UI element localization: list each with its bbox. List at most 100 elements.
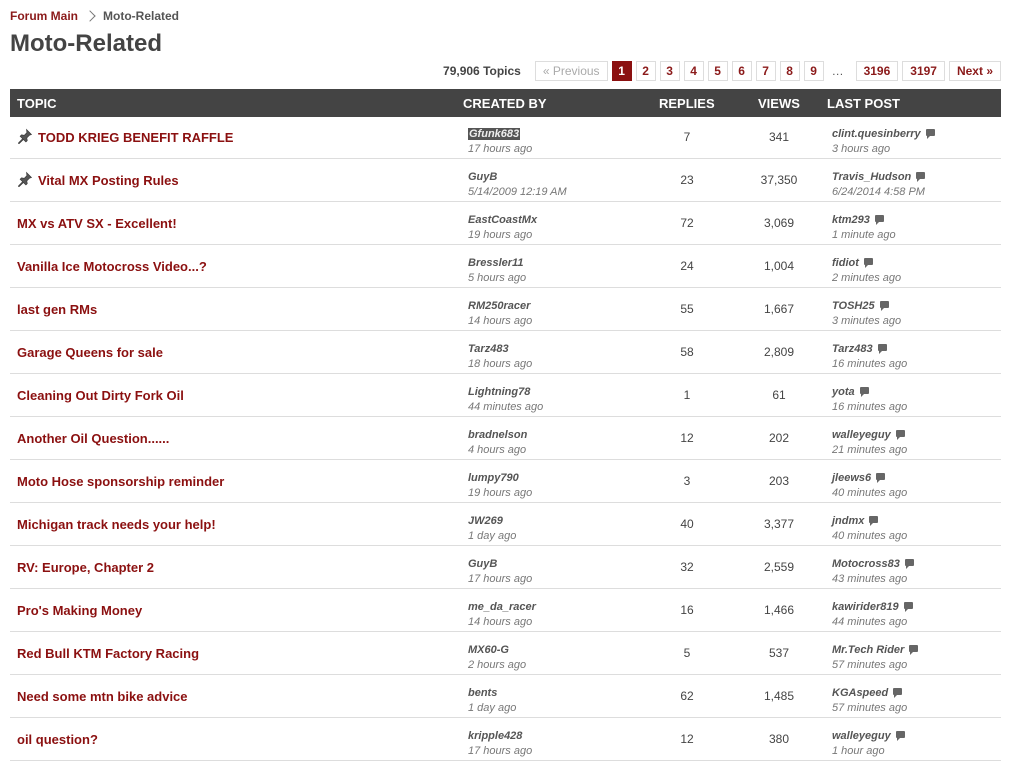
page-button-1[interactable]: 1 (611, 61, 632, 81)
topic-link[interactable]: Pro's Making Money (17, 603, 142, 618)
table-row: Vanilla Ice Motocross Video...? Bressler… (10, 246, 1001, 288)
creator-username-link[interactable]: bents (468, 687, 497, 699)
topic-link[interactable]: oil question? (17, 732, 98, 747)
page-button-3197[interactable]: 3197 (902, 61, 945, 81)
last-post-username-link[interactable]: Travis_Hudson (832, 171, 911, 183)
speech-bubble-icon[interactable] (909, 645, 919, 655)
topic-link[interactable]: Need some mtn bike advice (17, 689, 188, 704)
topic-link[interactable]: Vital MX Posting Rules (38, 173, 179, 188)
topic-link[interactable]: MX vs ATV SX - Excellent! (17, 216, 177, 231)
page-button-3[interactable]: 3 (659, 61, 680, 81)
replies-count: 55 (680, 302, 694, 316)
creator-username-link[interactable]: GuyB (468, 558, 497, 570)
last-post-username-link[interactable]: walleyeguy (832, 429, 891, 441)
creator-username-link[interactable]: bradnelson (468, 429, 527, 441)
last-post-cell: TOSH25 3 minutes ago (832, 296, 901, 328)
topic-link[interactable]: Garage Queens for sale (17, 345, 163, 360)
speech-bubble-icon[interactable] (895, 731, 905, 741)
creator-username-link[interactable]: GuyB (468, 171, 497, 183)
speech-bubble-icon[interactable] (893, 688, 903, 698)
last-post-username-link[interactable]: fidiot (832, 257, 859, 269)
speech-bubble-icon[interactable] (879, 301, 889, 311)
breadcrumb-forum-main-link[interactable]: Forum Main (10, 9, 78, 23)
last-post-cell: KGAspeed 57 minutes ago (832, 683, 907, 715)
topic-link[interactable]: Cleaning Out Dirty Fork Oil (17, 388, 184, 403)
creator-username-link[interactable]: lumpy790 (468, 472, 519, 484)
speech-bubble-icon[interactable] (916, 172, 926, 182)
speech-bubble-icon[interactable] (877, 344, 887, 354)
last-post-time: 43 minutes ago (832, 573, 908, 585)
speech-bubble-icon[interactable] (903, 602, 913, 612)
table-row: Need some mtn bike advice bents 1 day ag… (10, 676, 1001, 718)
topic-link[interactable]: Another Oil Question...... (17, 431, 169, 446)
page-button-6[interactable]: 6 (731, 61, 752, 81)
creator-username-link[interactable]: RM250racer (468, 300, 530, 312)
topic-link[interactable]: Michigan track needs your help! (17, 517, 216, 532)
replies-count: 40 (680, 517, 694, 531)
topic-cell: MX vs ATV SX - Excellent! (17, 216, 177, 231)
last-post-username-link[interactable]: KGAspeed (832, 687, 888, 699)
topic-link[interactable]: Moto Hose sponsorship reminder (17, 474, 224, 489)
table-row: Michigan track needs your help! JW269 1 … (10, 504, 1001, 546)
last-post-username-link[interactable]: Tarz483 (832, 343, 873, 355)
created-time: 18 hours ago (468, 358, 533, 370)
views-count: 3,069 (763, 216, 795, 230)
creator-username-link[interactable]: EastCoastMx (468, 214, 537, 226)
topic-link[interactable]: Vanilla Ice Motocross Video...? (17, 259, 207, 274)
page-button-2[interactable]: 2 (635, 61, 656, 81)
speech-bubble-icon[interactable] (904, 559, 914, 569)
speech-bubble-icon[interactable] (874, 215, 884, 225)
page-button-3196[interactable]: 3196 (855, 61, 899, 81)
page-button-8[interactable]: 8 (779, 61, 800, 81)
speech-bubble-icon[interactable] (869, 516, 879, 526)
speech-bubble-icon[interactable] (876, 473, 886, 483)
last-post-username-link[interactable]: walleyeguy (832, 730, 891, 742)
page-button-5[interactable]: 5 (707, 61, 728, 81)
speech-bubble-icon[interactable] (925, 129, 935, 139)
last-post-username-link[interactable]: Motocross83 (832, 558, 900, 570)
created-time: 19 hours ago (468, 229, 533, 241)
page-button-9[interactable]: 9 (803, 61, 824, 81)
speech-bubble-icon[interactable] (859, 387, 869, 397)
topic-count: 79,906 Topics (443, 64, 521, 78)
last-post-username-link[interactable]: TOSH25 (832, 300, 875, 312)
topic-link[interactable]: TODD KRIEG BENEFIT RAFFLE (38, 130, 233, 145)
topic-link[interactable]: RV: Europe, Chapter 2 (17, 560, 154, 575)
creator-username-link[interactable]: MX60-G (468, 644, 509, 656)
last-post-time: 16 minutes ago (832, 401, 908, 413)
last-post-time: 57 minutes ago (832, 659, 908, 671)
created-time: 17 hours ago (468, 745, 533, 757)
last-post-username-link[interactable]: ktm293 (832, 214, 870, 226)
creator-username-link[interactable]: Bressler11 (468, 257, 523, 269)
last-post-username-link[interactable]: Mr.Tech Rider (832, 644, 904, 656)
page-button-4[interactable]: 4 (683, 61, 704, 81)
page-button-7[interactable]: 7 (755, 61, 776, 81)
last-post-username-link[interactable]: kawirider819 (832, 601, 899, 613)
last-post-time: 57 minutes ago (832, 702, 908, 714)
creator-username-link[interactable]: JW269 (468, 515, 503, 527)
table-row: MX vs ATV SX - Excellent! EastCoastMx 19… (10, 203, 1001, 245)
views-count: 3,377 (763, 517, 795, 531)
table-row: Garage Queens for sale Tarz483 18 hours … (10, 332, 1001, 374)
topic-link[interactable]: last gen RMs (17, 302, 97, 317)
last-post-username-link[interactable]: yota (832, 386, 855, 398)
speech-bubble-icon[interactable] (895, 430, 905, 440)
last-post-username-link[interactable]: jleews6 (832, 472, 871, 484)
created-by-cell: me_da_racer 14 hours ago (468, 597, 536, 629)
next-page-button[interactable]: Next » (948, 61, 1001, 81)
last-post-username-link[interactable]: clint.quesinberry (832, 128, 921, 140)
creator-username-link[interactable]: Lightning78 (468, 386, 530, 398)
creator-username-link[interactable]: Gfunk683 (468, 128, 521, 140)
speech-bubble-icon[interactable] (863, 258, 873, 268)
creator-username-link[interactable]: Tarz483 (468, 343, 509, 355)
table-row: RV: Europe, Chapter 2 GuyB 17 hours ago … (10, 547, 1001, 589)
created-time: 19 hours ago (468, 487, 533, 499)
created-by-cell: RM250racer 14 hours ago (468, 296, 532, 328)
last-post-cell: yota 16 minutes ago (832, 382, 907, 414)
creator-username-link[interactable]: kripple428 (468, 730, 522, 742)
creator-username-link[interactable]: me_da_racer (468, 601, 536, 613)
topic-link[interactable]: Red Bull KTM Factory Racing (17, 646, 199, 661)
table-row: Cleaning Out Dirty Fork Oil Lightning78 … (10, 375, 1001, 417)
last-post-username-link[interactable]: jndmx (832, 515, 864, 527)
table-row: Moto Hose sponsorship reminder lumpy790 … (10, 461, 1001, 503)
